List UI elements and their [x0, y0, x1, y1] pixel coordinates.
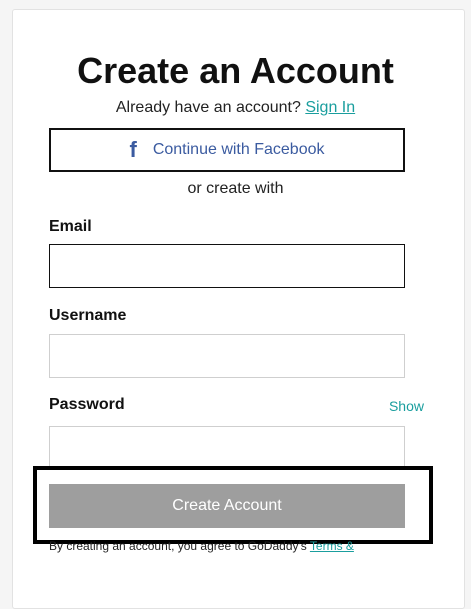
password-label: Password: [49, 396, 125, 413]
page-title: Create an Account: [77, 50, 394, 91]
terms-link[interactable]: Terms &: [310, 539, 354, 553]
username-input[interactable]: [49, 334, 405, 378]
username-label: Username: [49, 307, 127, 324]
facebook-icon: f: [129, 137, 137, 162]
terms-text: By creating an account, you agree to GoD…: [49, 539, 307, 553]
terms-notice: By creating an account, you agree to GoD…: [49, 539, 354, 553]
show-password-toggle[interactable]: Show: [389, 398, 424, 414]
facebook-button-label: Continue with Facebook: [152, 141, 325, 158]
continue-with-facebook-button[interactable]: f Continue with Facebook: [49, 128, 405, 172]
signin-prompt-text: Already have an account?: [115, 99, 301, 116]
signin-prompt-row: Already have an account? Sign In: [0, 99, 471, 117]
or-create-with-divider: or create with: [187, 180, 284, 197]
create-account-button[interactable]: Create Account: [49, 484, 405, 528]
email-input[interactable]: [49, 244, 405, 288]
email-label: Email: [49, 218, 92, 235]
password-input[interactable]: [49, 426, 405, 470]
signin-link[interactable]: Sign In: [305, 99, 355, 116]
